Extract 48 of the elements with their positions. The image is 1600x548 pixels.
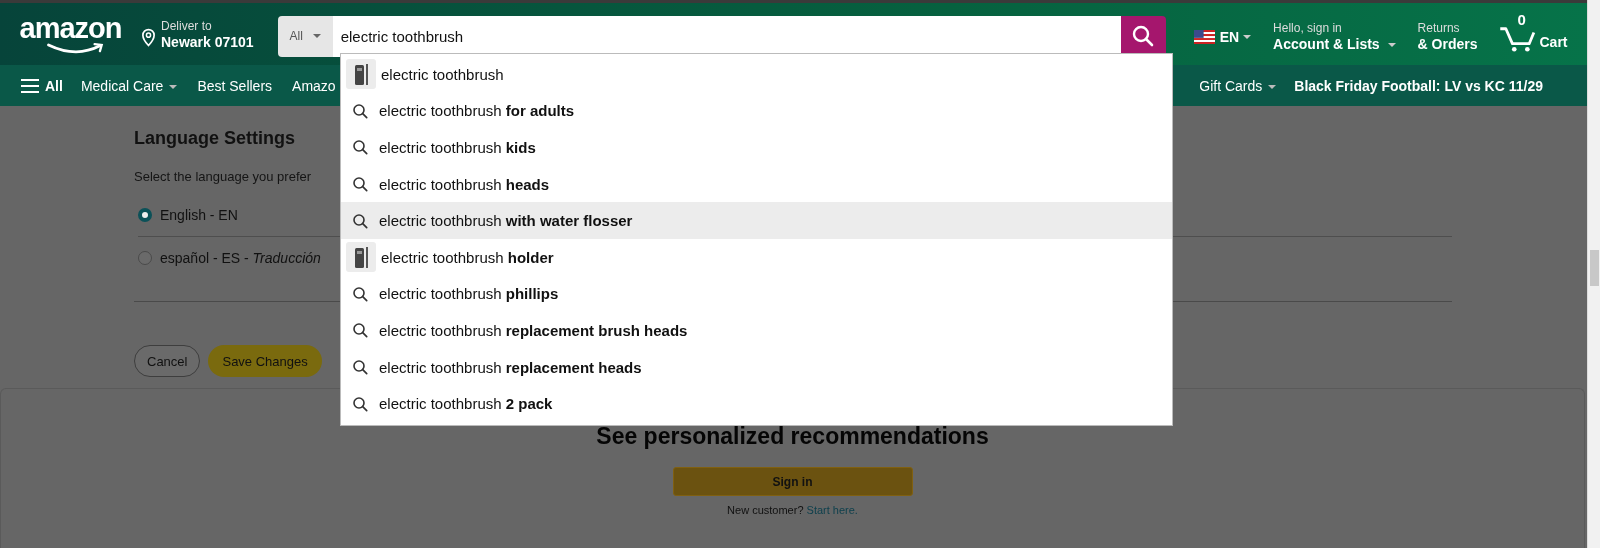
cart-icon <box>1499 25 1538 53</box>
card-title: See personalized recommendations <box>596 423 989 450</box>
toothbrush-icon <box>346 242 376 273</box>
suggestion-item[interactable]: electric toothbrush with water flosser <box>341 202 1172 239</box>
search-icon <box>1131 24 1156 48</box>
suggestion-item[interactable]: electric toothbrush replacement heads <box>341 348 1172 386</box>
orders-link[interactable]: Returns & Orders <box>1417 20 1478 52</box>
account-menu[interactable]: Hello, sign in Account & Lists <box>1273 20 1396 52</box>
deliver-location-button[interactable]: Deliver to Newark 07101 <box>141 18 254 50</box>
menu-icon <box>20 77 40 94</box>
search-icon <box>352 176 368 193</box>
all-menu-button[interactable]: All <box>20 77 63 94</box>
search-icon <box>352 212 368 229</box>
radio-button[interactable] <box>138 251 152 265</box>
search-icon <box>352 395 368 412</box>
suggestion-item[interactable]: electric toothbrush 2 pack <box>341 385 1172 422</box>
search-icon <box>352 102 368 119</box>
nav-link[interactable]: Amazo <box>292 77 336 94</box>
instruction-text: Select the language you prefer <box>134 169 312 184</box>
store-logo[interactable]: amazon <box>18 13 123 55</box>
nav-link[interactable]: Best Sellers <box>197 77 273 94</box>
search-icon <box>352 139 368 156</box>
suggestion-item[interactable]: electric toothbrush heads <box>341 165 1172 203</box>
suggestion-item[interactable]: electric toothbrush <box>341 56 1172 93</box>
search-field[interactable]: electric toothbrush <box>332 15 1121 57</box>
save-button[interactable]: Save Changes <box>208 345 322 377</box>
cancel-button[interactable]: Cancel <box>134 345 201 377</box>
search-icon <box>352 285 368 302</box>
language-selector[interactable]: EN <box>1193 29 1252 45</box>
radio-button[interactable] <box>138 208 152 222</box>
new-customer-text: New customer? <box>727 504 804 516</box>
nav-link[interactable]: Medical Care <box>80 77 178 94</box>
search-icon <box>352 359 368 376</box>
suggestion-item[interactable]: electric toothbrush phillips <box>341 275 1172 313</box>
suggestion-item[interactable]: electric toothbrush kids <box>341 129 1172 166</box>
promo-link[interactable]: Black Friday Football: LV vs KC 11/29 <box>1294 77 1543 94</box>
suggestion-item[interactable]: electric toothbrush holder <box>341 238 1172 276</box>
location-pin-icon <box>141 28 156 47</box>
section-title: Language Settings <box>134 128 295 149</box>
toothbrush-icon <box>346 59 376 90</box>
suggestion-item[interactable]: electric toothbrush for adults <box>341 92 1172 130</box>
nav-link[interactable]: Gift Cards <box>1199 77 1277 94</box>
category-dropdown[interactable]: All <box>277 15 333 57</box>
flag-icon <box>1193 30 1215 44</box>
cart-button[interactable]: 0 Cart <box>1499 15 1568 53</box>
search-icon <box>352 322 368 339</box>
scrollbar[interactable] <box>1587 0 1600 548</box>
suggestion-item[interactable]: electric toothbrush replacement brush heads <box>341 312 1172 349</box>
